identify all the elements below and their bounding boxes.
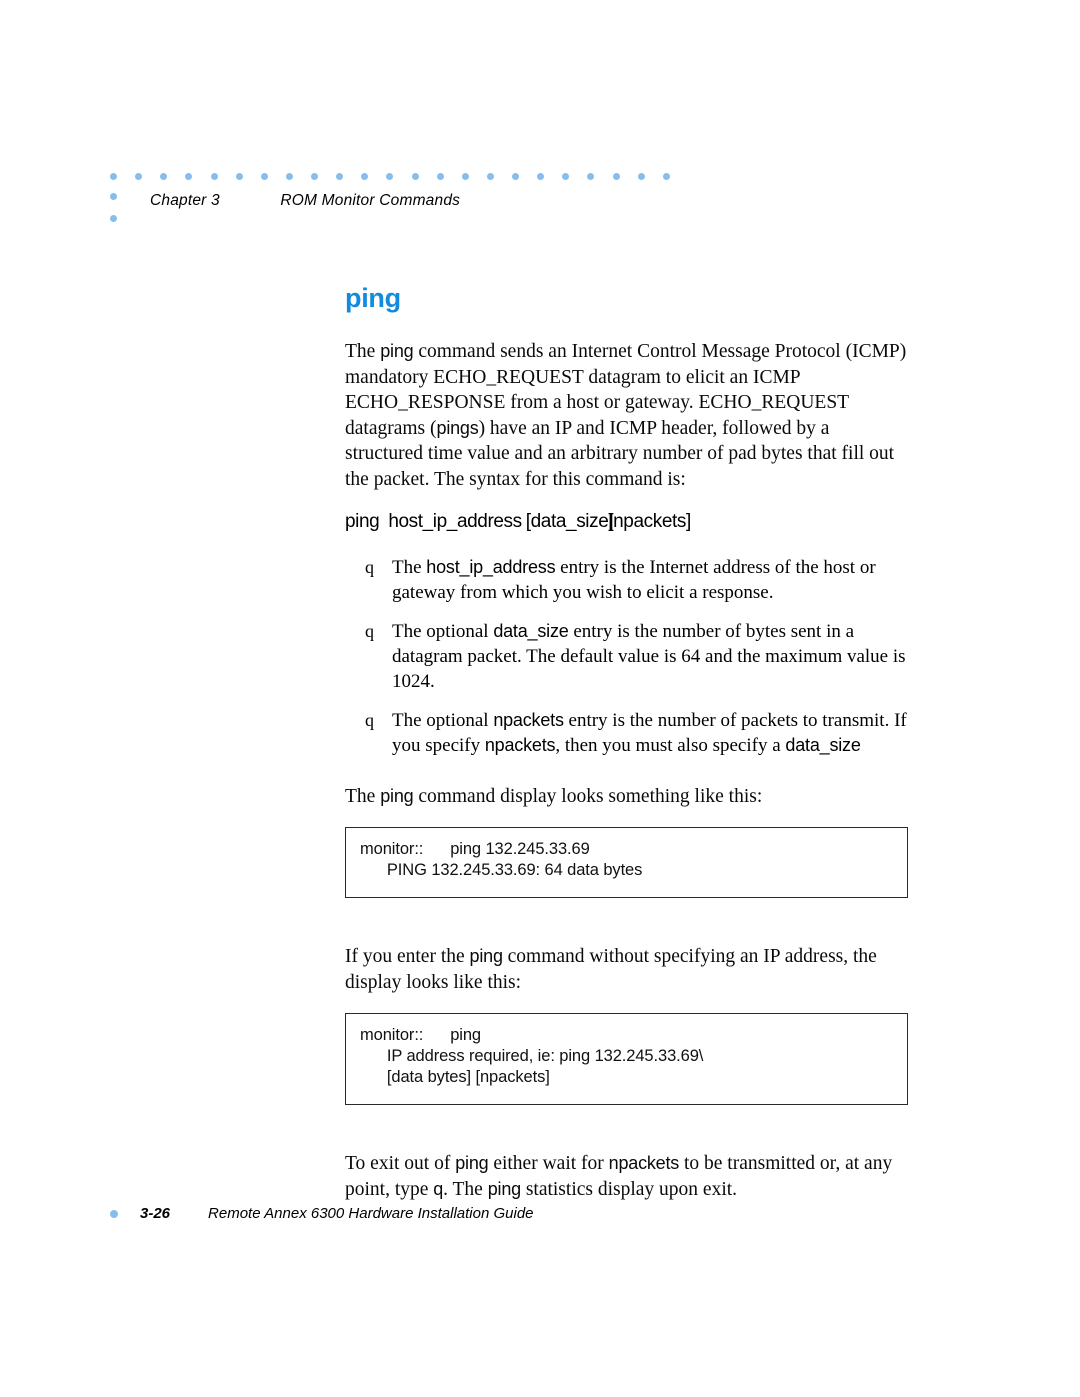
header-dot: [135, 173, 143, 180]
page-title: ping: [345, 283, 401, 313]
bullet-2-text-1: The optional: [392, 620, 494, 642]
header-dot: [336, 173, 344, 180]
bullet-3-text-3: , then you must also specify a: [555, 734, 786, 756]
header-dot: [436, 173, 444, 180]
syntax-arg-host: host_ip_address: [388, 510, 522, 532]
header-dot: [562, 173, 570, 180]
inline-code-npackets-3: npackets: [608, 1153, 680, 1174]
exit-text-4: . The: [443, 1178, 488, 1200]
header-chapter-label: Chapter 3: [150, 192, 220, 209]
list-item: q The host_ip_address entry is the Intern…: [345, 555, 910, 605]
header-running-title: ROM Monitor Commands: [280, 192, 461, 209]
footer-document-title: Remote Annex 6300 Hardware Installation …: [208, 1205, 534, 1222]
list-item: q The optional npackets entry is the numb…: [345, 708, 910, 758]
footer-bullet-icon: [110, 1209, 118, 1218]
syntax-line: ping host_ip_address [data_size][npackets]: [345, 511, 910, 533]
inline-code-ping-5: ping: [487, 1178, 521, 1199]
inline-code-ping-2: ping: [380, 785, 414, 806]
console-output-box-2: monitor:: ping IP address required, ie: …: [345, 1013, 908, 1106]
noip-intro-text-1: If you enter the: [345, 946, 470, 968]
running-header: Chapter 3 ROM Monitor Commands: [150, 192, 460, 210]
syntax-arg-npackets: [npackets]: [608, 510, 691, 532]
bullet-3-text-1: The optional: [392, 709, 494, 731]
header-dot: [260, 173, 268, 180]
header-dot: [235, 173, 243, 180]
inline-code-host-ip-address: host_ip_address: [426, 556, 556, 577]
page-footer: 3-26 Remote Annex 6300 Hardware Installa…: [110, 1205, 534, 1222]
exit-text-2: either wait for: [488, 1153, 609, 1175]
header-dot: [110, 215, 117, 222]
exit-text-5: statistics display upon exit.: [520, 1178, 738, 1200]
parameter-list: q The host_ip_address entry is the Intern…: [345, 555, 910, 758]
header-dot-rule: [110, 172, 670, 181]
header-dot: [160, 173, 168, 180]
inline-code-npackets: npackets: [493, 709, 564, 730]
console-output-text-1: monitor:: ping 132.245.33.69 PING 132.24…: [360, 840, 643, 880]
header-dot: [587, 173, 595, 180]
display-intro-paragraph: The ping command display looks something…: [345, 784, 910, 810]
header-dot: [386, 173, 394, 180]
bullet-marker-icon: q: [365, 620, 374, 641]
header-dot: [311, 173, 318, 180]
inline-code-pings: pings: [436, 417, 479, 438]
syntax-arg-datasize: [data_size]: [525, 510, 614, 532]
page-number: 3-26: [140, 1205, 171, 1222]
header-dot: [637, 173, 645, 180]
bullet-marker-icon: q: [365, 556, 374, 577]
header-dot: [486, 173, 494, 180]
header-dot: [461, 173, 469, 180]
inline-code-data-size-2: data_size: [785, 734, 861, 755]
inline-code-ping-4: ping: [455, 1153, 489, 1174]
header-dot: [537, 173, 545, 180]
page-content: ping The ping command sends an Internet …: [345, 285, 910, 1221]
bullet-1-text-1: The: [392, 556, 427, 578]
header-dot-column: [110, 193, 119, 237]
header-dot: [110, 193, 117, 200]
header-dot: [612, 173, 620, 180]
intro-paragraph: The ping command sends an Internet Contr…: [345, 339, 910, 493]
syntax-command: ping: [345, 510, 380, 532]
header-dot: [361, 173, 369, 180]
intro-text-1: The: [345, 341, 381, 362]
header-dot: [185, 173, 193, 180]
list-item: q The optional data_size entry is the num…: [345, 619, 910, 694]
display-intro-text-2: command display looks something like thi…: [413, 785, 763, 807]
console-output-box-1: monitor:: ping 132.245.33.69 PING 132.24…: [345, 827, 908, 899]
header-dot: [110, 173, 117, 180]
header-dot: [210, 173, 218, 180]
noip-intro-paragraph: If you enter the ping command without sp…: [345, 944, 910, 995]
inline-code-ping: ping: [380, 341, 414, 361]
inline-code-data-size: data_size: [493, 620, 569, 641]
console-output-text-2: monitor:: ping IP address required, ie: …: [360, 1026, 704, 1087]
display-intro-text-1: The: [345, 785, 381, 807]
header-dot: [512, 173, 519, 180]
inline-code-q: q: [433, 1178, 444, 1199]
exit-text-1: To exit out of: [345, 1153, 456, 1175]
inline-code-ping-3: ping: [469, 946, 503, 967]
bullet-marker-icon: q: [365, 709, 374, 730]
header-dot: [411, 173, 419, 180]
inline-code-npackets-2: npackets: [484, 734, 556, 755]
exit-note-paragraph: To exit out of ping either wait for npac…: [345, 1151, 910, 1202]
header-dot: [662, 173, 670, 180]
header-dot: [285, 173, 293, 180]
